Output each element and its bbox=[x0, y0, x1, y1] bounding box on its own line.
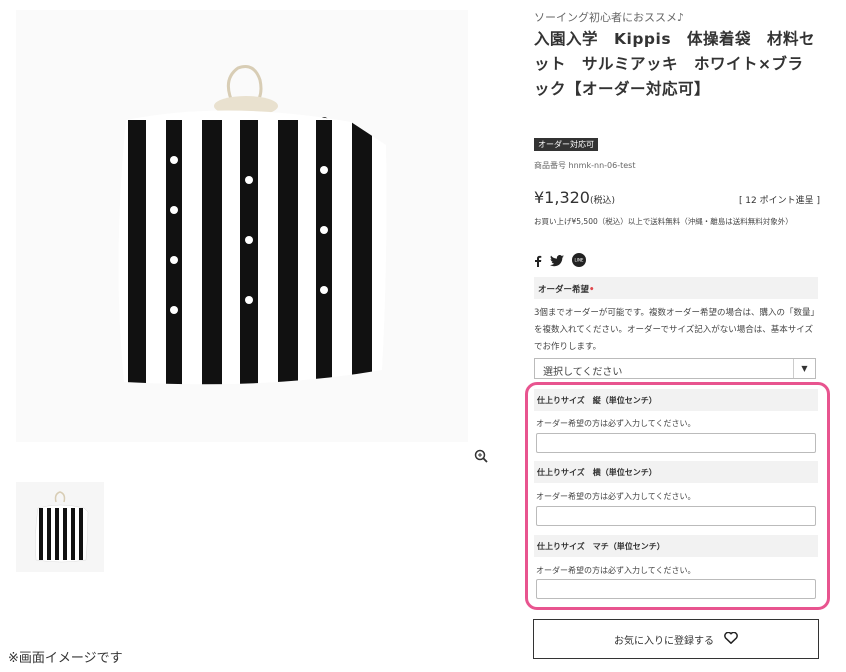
size-height-label: 仕上りサイズ 縦（単位センチ） bbox=[534, 389, 818, 411]
size-gusset-input[interactable] bbox=[536, 579, 816, 599]
shipping-note: お買い上げ¥5,500（税込）以上で送料無料（沖縄・離島は送料無料対象外） bbox=[534, 217, 793, 226]
order-badge: オーダー対応可 bbox=[534, 138, 598, 151]
drawstring-bag-image bbox=[118, 65, 387, 385]
points: [ 12 ポイント進呈 ] bbox=[738, 196, 820, 206]
heart-icon bbox=[724, 631, 738, 647]
add-to-favorites-button[interactable]: お気に入りに登録する bbox=[533, 619, 819, 659]
size-height-input[interactable] bbox=[536, 433, 816, 453]
main-product-image[interactable] bbox=[16, 10, 468, 442]
zoom-icon[interactable] bbox=[474, 448, 490, 464]
thumbnail-bag-image bbox=[35, 491, 89, 563]
facebook-icon[interactable] bbox=[534, 252, 542, 271]
order-option-header: オーダー希望• bbox=[534, 277, 818, 299]
add-to-favorites-label: お気に入りに登録する bbox=[614, 635, 714, 647]
line-icon-label: LINE bbox=[575, 258, 584, 263]
size-width-label: 仕上りサイズ 横（単位センチ） bbox=[534, 461, 818, 483]
catch-copy: ソーイング初心者におススメ♪ bbox=[534, 11, 685, 24]
social-share: LINE bbox=[534, 252, 586, 271]
product-code: 商品番号 hnmk-nn-06-test bbox=[534, 161, 636, 170]
image-note: ※画面イメージです bbox=[8, 651, 123, 666]
required-mark: • bbox=[589, 285, 595, 295]
size-gusset-hint: オーダー希望の方は必ず入力してください。 bbox=[536, 566, 696, 575]
chevron-down-icon[interactable]: ▼ bbox=[793, 359, 815, 378]
order-option-description: 3個までオーダーが可能です。複数オーダー希望の場合は、購入の「数量」を複数入れて… bbox=[534, 308, 815, 352]
order-option-label: オーダー希望 bbox=[538, 285, 590, 295]
product-thumbnail[interactable] bbox=[16, 482, 104, 572]
size-gusset-label: 仕上りサイズ マチ（単位センチ） bbox=[534, 535, 818, 557]
price: ¥1,320(税込) bbox=[534, 188, 615, 207]
size-width-input[interactable] bbox=[536, 506, 816, 526]
size-width-hint: オーダー希望の方は必ず入力してください。 bbox=[536, 492, 696, 501]
price-value: ¥1,320 bbox=[534, 188, 590, 207]
order-option-select-value: 選択してください bbox=[543, 367, 623, 378]
product-title: 入園入学 Kippis 体操着袋 材料セット サルミアッキ ホワイト×ブラック【… bbox=[534, 30, 816, 98]
order-option-select[interactable]: 選択してください ▼ bbox=[534, 358, 816, 379]
line-icon[interactable]: LINE bbox=[572, 252, 586, 271]
size-height-hint: オーダー希望の方は必ず入力してください。 bbox=[536, 419, 696, 428]
twitter-icon[interactable] bbox=[550, 252, 564, 271]
price-tax: (税込) bbox=[589, 196, 616, 206]
